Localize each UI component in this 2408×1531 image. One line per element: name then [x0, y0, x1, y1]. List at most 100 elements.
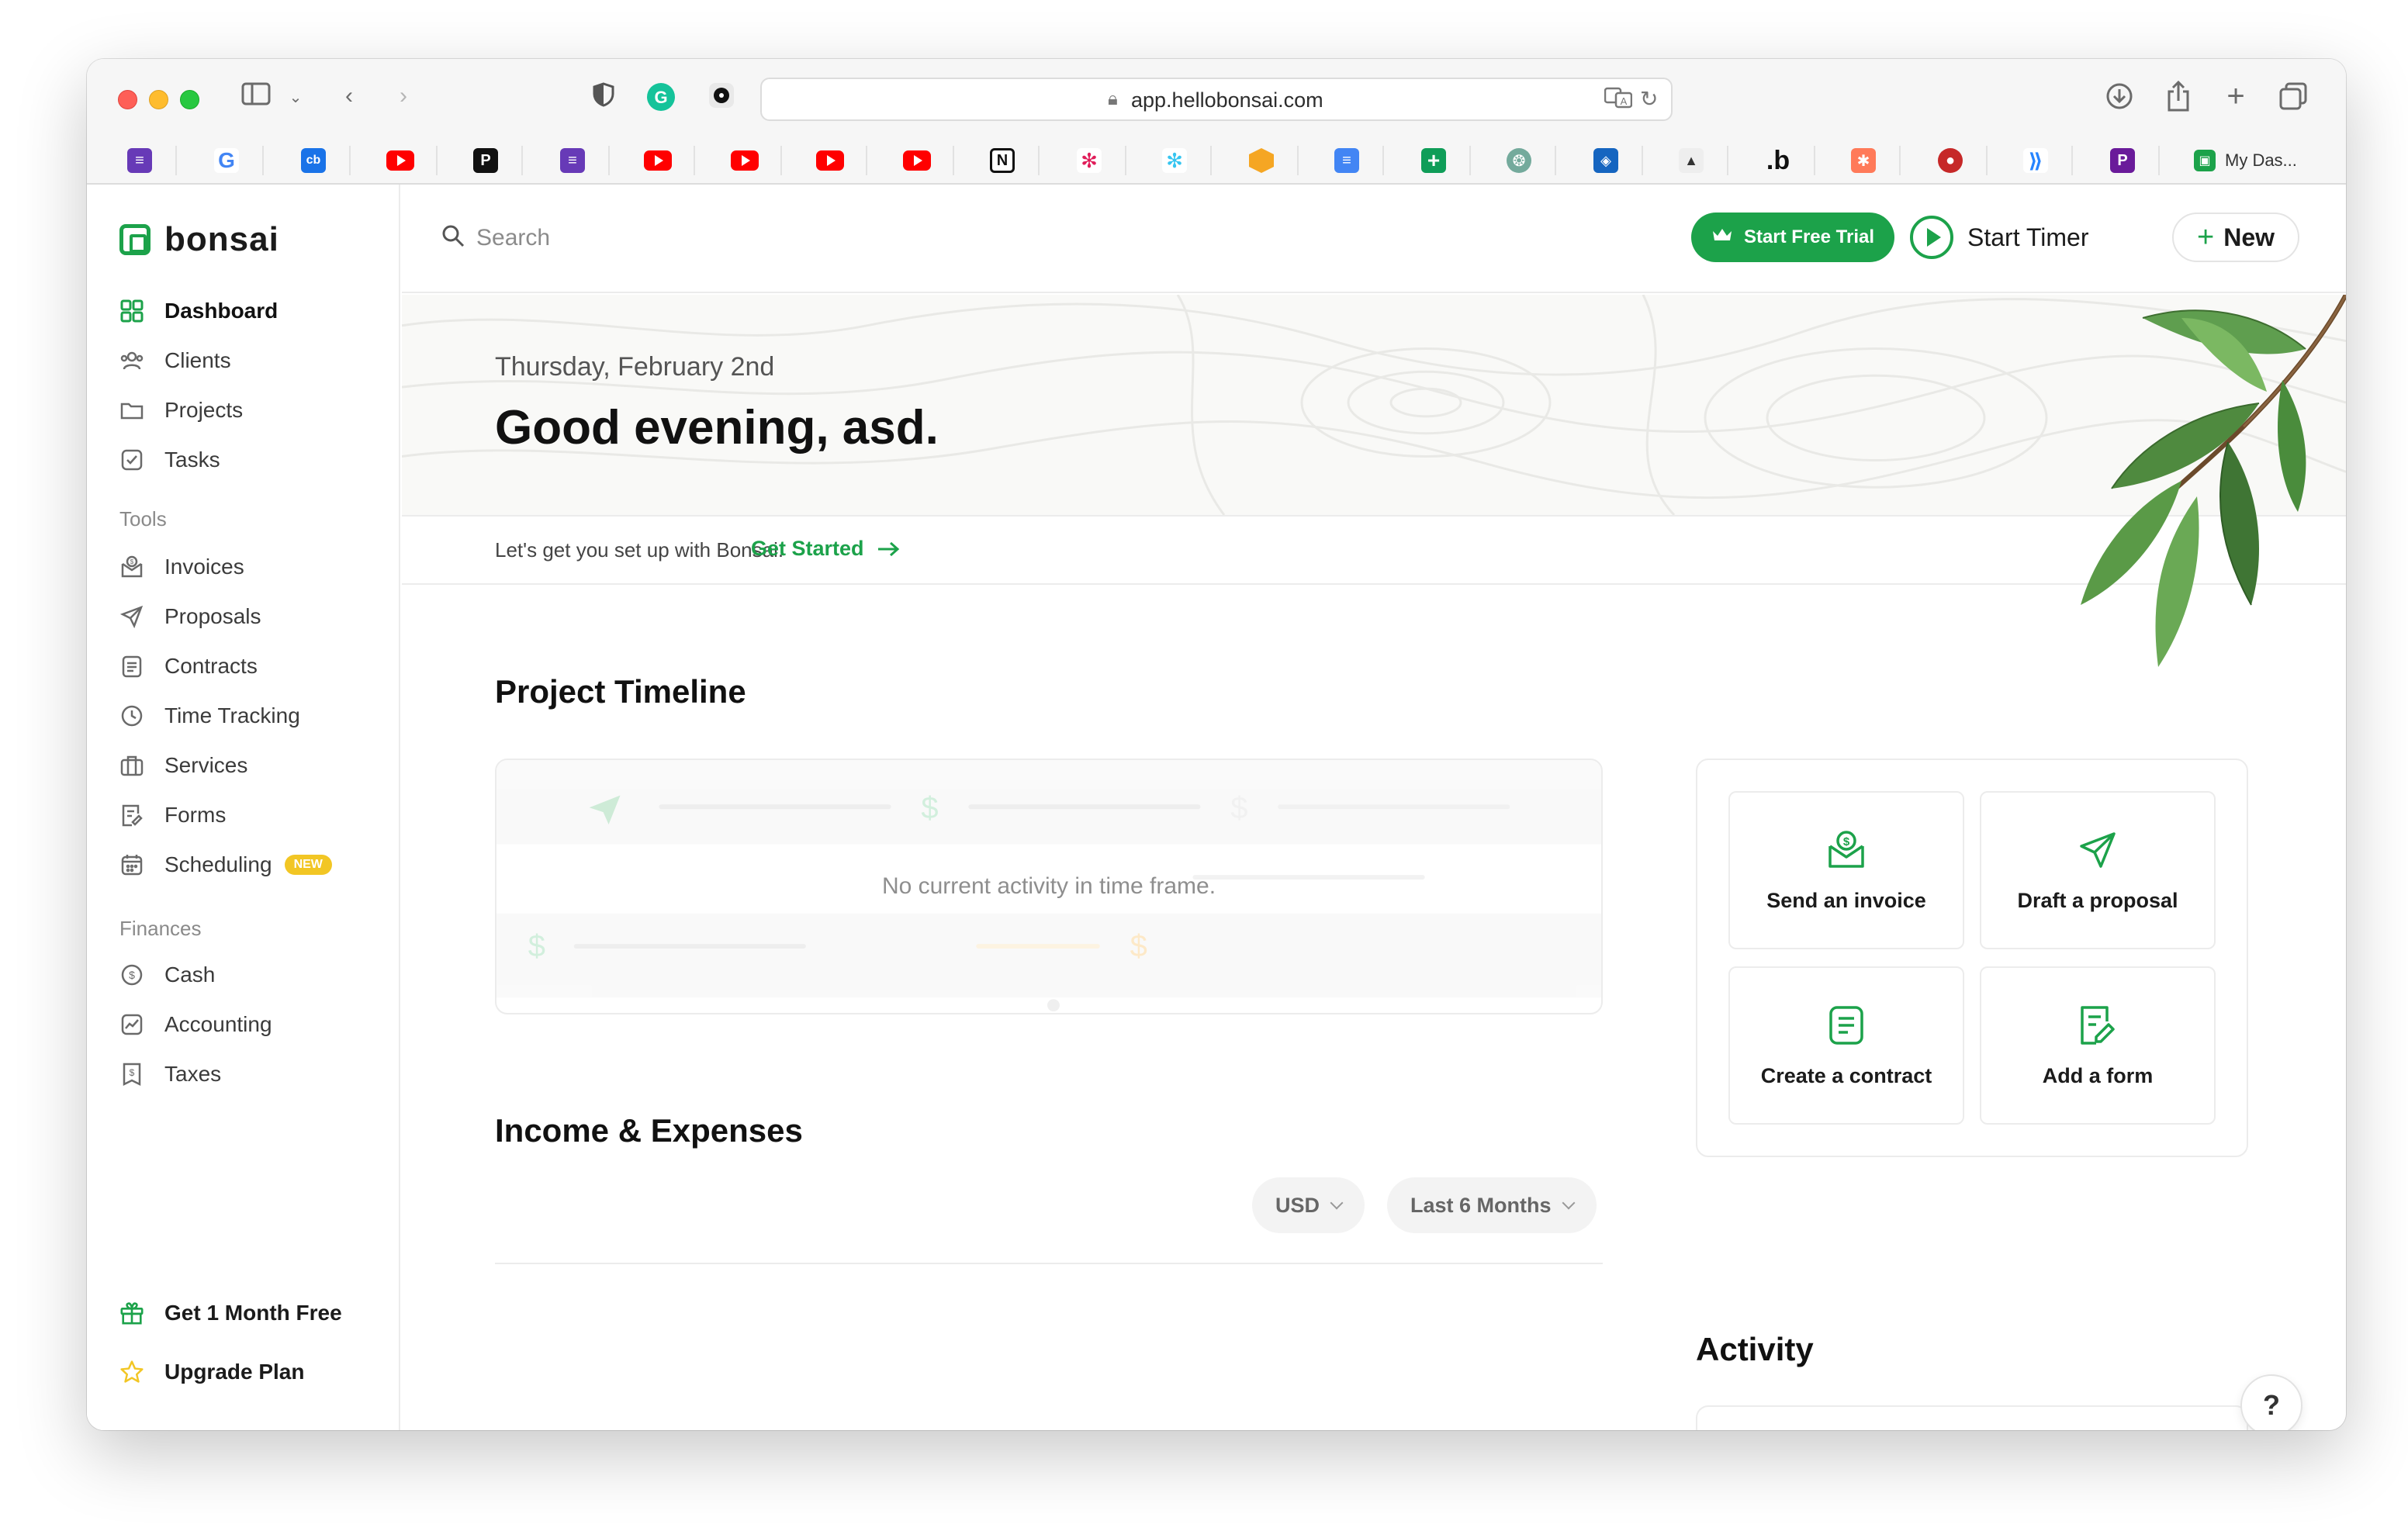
- bookmark-youtube-icon[interactable]: [377, 147, 424, 174]
- currency-select[interactable]: USD: [1252, 1177, 1365, 1233]
- create-contract-button[interactable]: Create a contract: [1728, 966, 1964, 1125]
- bookmark-slack-icon[interactable]: ✻: [1066, 147, 1112, 174]
- search-icon[interactable]: [441, 223, 465, 252]
- bookmark-jira-icon[interactable]: ⟫: [2012, 147, 2059, 174]
- add-form-button[interactable]: Add a form: [1980, 966, 2216, 1125]
- bookmark-hexagon-icon[interactable]: [1238, 147, 1285, 174]
- sidebar-item-accounting[interactable]: Accounting: [119, 1005, 272, 1044]
- bookmark-divider: [1297, 146, 1299, 175]
- greeting-banner: Thursday, February 2nd Good evening, asd…: [402, 295, 2346, 517]
- minimize-window-button[interactable]: [149, 90, 168, 109]
- send-invoice-button[interactable]: $ Send an invoice: [1728, 791, 1964, 949]
- sidebar-item-cash[interactable]: $ Cash: [119, 956, 215, 994]
- bookmark-divider: [1814, 146, 1815, 175]
- sidebar-item-time-tracking[interactable]: Time Tracking: [119, 696, 300, 735]
- svg-text:$: $: [1130, 929, 1147, 963]
- play-icon: [1910, 216, 1953, 259]
- sidebar-item-label: Taxes: [164, 1062, 222, 1086]
- tools-section-label: Tools: [119, 507, 167, 530]
- grammarly-icon[interactable]: G: [645, 82, 676, 120]
- sidebar-item-taxes[interactable]: $ Taxes: [119, 1055, 221, 1094]
- bookmark-my-dashboard[interactable]: ▣ My Das...: [2194, 147, 2330, 174]
- sidebar-item-contracts[interactable]: Contracts: [119, 647, 258, 686]
- bookmark-forms-icon[interactable]: ≡: [116, 147, 163, 174]
- back-icon[interactable]: ‹: [334, 81, 365, 112]
- forward-icon[interactable]: ›: [388, 81, 419, 112]
- bookmark-divider: [1125, 146, 1126, 175]
- close-window-button[interactable]: [118, 90, 137, 109]
- sidebar-item-proposals[interactable]: Proposals: [119, 597, 261, 636]
- send-icon: [119, 604, 144, 629]
- bookmark-app-icon[interactable]: ▲: [1668, 147, 1714, 174]
- bookmark-divider: [1555, 146, 1556, 175]
- get-month-free-link[interactable]: Get 1 Month Free: [119, 1294, 342, 1332]
- sidebar-item-projects[interactable]: Projects: [119, 391, 243, 430]
- sidebar-item-forms[interactable]: Forms: [119, 796, 226, 835]
- get-started-link[interactable]: Get Started: [751, 537, 900, 561]
- sidebar-item-clients[interactable]: Clients: [119, 341, 231, 380]
- bookmark-forms-icon[interactable]: ≡: [549, 147, 596, 174]
- bookmark-sheets-icon[interactable]: +: [1410, 147, 1457, 174]
- bookmark-youtube-icon[interactable]: [721, 147, 768, 174]
- bonsai-logo[interactable]: bonsai: [119, 220, 279, 259]
- sidebar-item-label: Dashboard: [164, 299, 279, 323]
- sidebar-item-services[interactable]: Services: [119, 746, 247, 785]
- get-started-label: Get Started: [751, 537, 864, 560]
- sidebar-toggle-icon[interactable]: [239, 82, 273, 114]
- bookmark-notion-icon[interactable]: N: [979, 147, 1026, 174]
- date-range-select[interactable]: Last 6 Months: [1387, 1177, 1597, 1233]
- url-text[interactable]: app.hellobonsai.com: [1131, 88, 1323, 112]
- bookmark-docs-icon[interactable]: ≡: [1323, 147, 1370, 174]
- bookmark-red-icon[interactable]: ●: [1927, 147, 1974, 174]
- project-timeline-card: $ $ $ $ No current activity in time fram…: [495, 759, 1603, 1014]
- bookmark-chatgpt-icon[interactable]: ❂: [1496, 147, 1542, 174]
- clock-icon: [119, 703, 144, 728]
- new-tab-icon[interactable]: +: [2219, 81, 2253, 112]
- sidebar-item-invoices[interactable]: $ Invoices: [119, 548, 244, 586]
- sidebar-item-dashboard[interactable]: Dashboard: [119, 292, 278, 330]
- promo-label: Get 1 Month Free: [164, 1301, 342, 1325]
- bookmark-google-icon[interactable]: G: [203, 147, 250, 174]
- bookmark-cb-icon[interactable]: cb: [290, 147, 337, 174]
- bookmark-hubspot-icon[interactable]: ✱: [1840, 147, 1887, 174]
- svg-text:$: $: [130, 558, 134, 565]
- bookmark-youtube-icon[interactable]: [807, 147, 853, 174]
- bookmark-tag-icon[interactable]: ◈: [1583, 147, 1629, 174]
- sidebar-item-tasks[interactable]: Tasks: [119, 441, 220, 479]
- new-button[interactable]: + New: [2172, 213, 2299, 262]
- income-expenses-title: Income & Expenses: [495, 1112, 803, 1149]
- bookmark-youtube-icon[interactable]: [894, 147, 940, 174]
- download-icon[interactable]: [2102, 82, 2136, 119]
- extension-icon[interactable]: [706, 82, 737, 117]
- zoom-window-button[interactable]: [180, 90, 199, 109]
- help-button[interactable]: ?: [2240, 1374, 2302, 1430]
- bookmark-p-icon[interactable]: P: [462, 147, 509, 174]
- sidebar-item-scheduling[interactable]: Scheduling NEW: [119, 845, 332, 884]
- chevron-down-icon[interactable]: ⌄: [284, 82, 307, 113]
- greeting-title: Good evening, asd.: [495, 401, 939, 454]
- translate-icon[interactable]: A: [1604, 86, 1633, 115]
- bookmark-slack-icon[interactable]: ✻: [1151, 147, 1198, 174]
- crown-icon: [1711, 226, 1733, 249]
- shield-icon[interactable]: [588, 82, 619, 116]
- start-free-trial-button[interactable]: Start Free Trial: [1691, 213, 1894, 262]
- bookmark-youtube-icon[interactable]: [635, 147, 681, 174]
- start-timer-button[interactable]: Start Timer: [1910, 214, 2088, 261]
- bonsai-logo-icon: [119, 224, 150, 255]
- reload-icon[interactable]: ↻: [1640, 86, 1658, 112]
- address-bar[interactable]: 🔒︎ app.hellobonsai.com A ↻: [760, 78, 1673, 121]
- search-input[interactable]: Search: [476, 225, 550, 251]
- upgrade-plan-link[interactable]: Upgrade Plan: [119, 1353, 304, 1391]
- bookmark-divider: [1986, 146, 1988, 175]
- tab-overview-icon[interactable]: [2276, 82, 2310, 119]
- setup-bar: Let's get you set up with Bonsai. Get St…: [402, 518, 2346, 585]
- bookmark-p-purple-icon[interactable]: P: [2099, 147, 2146, 174]
- share-icon[interactable]: [2161, 80, 2195, 120]
- browser-titlebar: ⌄ ‹ › G 🔒︎ app.hellobonsai.com A ↻ +: [87, 59, 2346, 137]
- chart-icon: [119, 1012, 144, 1037]
- section-divider: [495, 1263, 1603, 1264]
- quick-action-label: Draft a proposal: [2017, 888, 2178, 912]
- bookmark-b-icon[interactable]: .b: [1755, 146, 1801, 175]
- bookmark-divider: [349, 146, 351, 175]
- draft-proposal-button[interactable]: Draft a proposal: [1980, 791, 2216, 949]
